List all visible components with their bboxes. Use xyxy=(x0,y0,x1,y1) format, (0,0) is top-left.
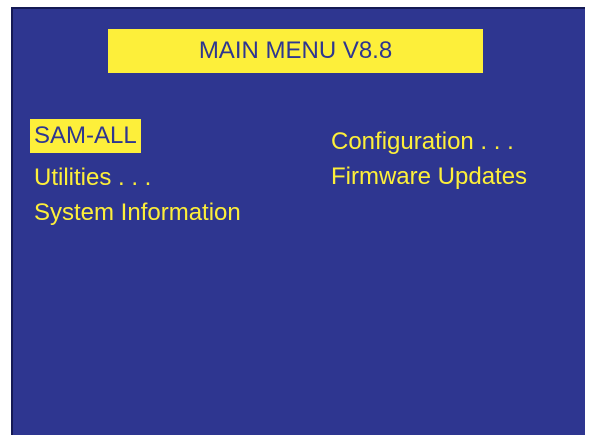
main-menu-screen: MAIN MENU V8.8 SAM-ALL Utilities . . . S… xyxy=(11,7,585,435)
menu-item-system-information[interactable]: System Information xyxy=(34,196,241,230)
menu-item-configuration[interactable]: Configuration . . . xyxy=(331,125,514,159)
menu-item-sam-all[interactable]: SAM-ALL xyxy=(30,119,141,153)
menu-item-firmware-updates[interactable]: Firmware Updates xyxy=(331,160,527,194)
menu-item-utilities[interactable]: Utilities . . . xyxy=(34,161,151,195)
menu-title: MAIN MENU V8.8 xyxy=(108,29,483,73)
